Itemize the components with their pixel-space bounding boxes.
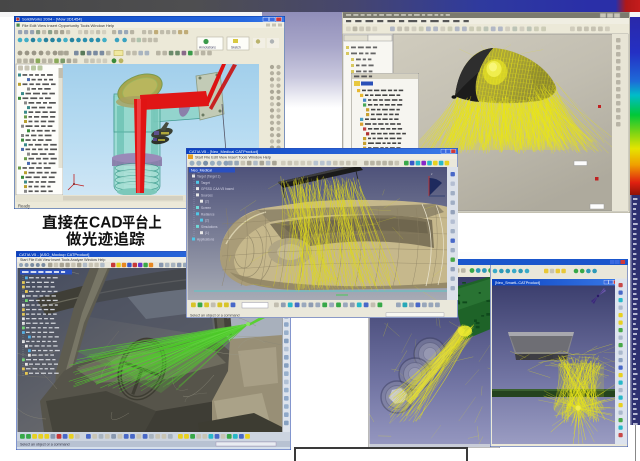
svg-text:CATIA V5 - [Neo_Medical CATPro: CATIA V5 - [Neo_Medical CATProduct]	[189, 149, 258, 154]
svg-text:Applications: Applications	[197, 238, 215, 242]
svg-text:Target (Target 1): Target (Target 1)	[197, 175, 220, 179]
svg-text:Target: Target	[201, 181, 210, 185]
svg-text:Select an object or a command: Select an object or a command	[20, 443, 70, 447]
svg-text:(2): (2)	[205, 219, 209, 223]
svg-text:GPSSD CAA V5 based: GPSSD CAA V5 based	[201, 187, 234, 191]
svg-text:Start File Edit View Inser: Start File Edit View Insert Tools Analyz…	[20, 258, 105, 262]
svg-text:Screen: Screen	[201, 206, 211, 210]
svg-text:Sketch: Sketch	[231, 46, 241, 50]
svg-text:(1): (1)	[205, 231, 209, 235]
svg-text:Simulations: Simulations	[201, 225, 218, 229]
svg-text:Select an object or a command: Select an object or a command	[190, 313, 240, 317]
svg-text:File Edit View Insert Opportun: File Edit View Insert Opportunity Tools …	[22, 23, 115, 28]
svg-text:Sources: Sources	[201, 193, 213, 197]
svg-text:Neo_Medical: Neo_Medical	[191, 169, 212, 173]
svg-text:CATIA V5 - [ASO_Mockup CATProd: CATIA V5 - [ASO_Mockup CATProduct]	[19, 252, 89, 257]
svg-text:Ready: Ready	[18, 204, 31, 209]
svg-text:SolidWorks 2004 - [View 3D1454: SolidWorks 2004 - [View 3D1454]	[22, 17, 82, 22]
svg-text:(2): (2)	[205, 200, 209, 204]
svg-text:Start File Edit View I: Start File Edit View Insert Tools Window…	[195, 155, 271, 159]
svg-text:Annotations: Annotations	[199, 46, 216, 50]
svg-text:CAD: CAD	[89, 214, 123, 231]
svg-text:[Neo_SmartL.CATProduct]: [Neo_SmartL.CATProduct]	[495, 281, 540, 285]
svg-text:Radiance: Radiance	[201, 212, 215, 216]
